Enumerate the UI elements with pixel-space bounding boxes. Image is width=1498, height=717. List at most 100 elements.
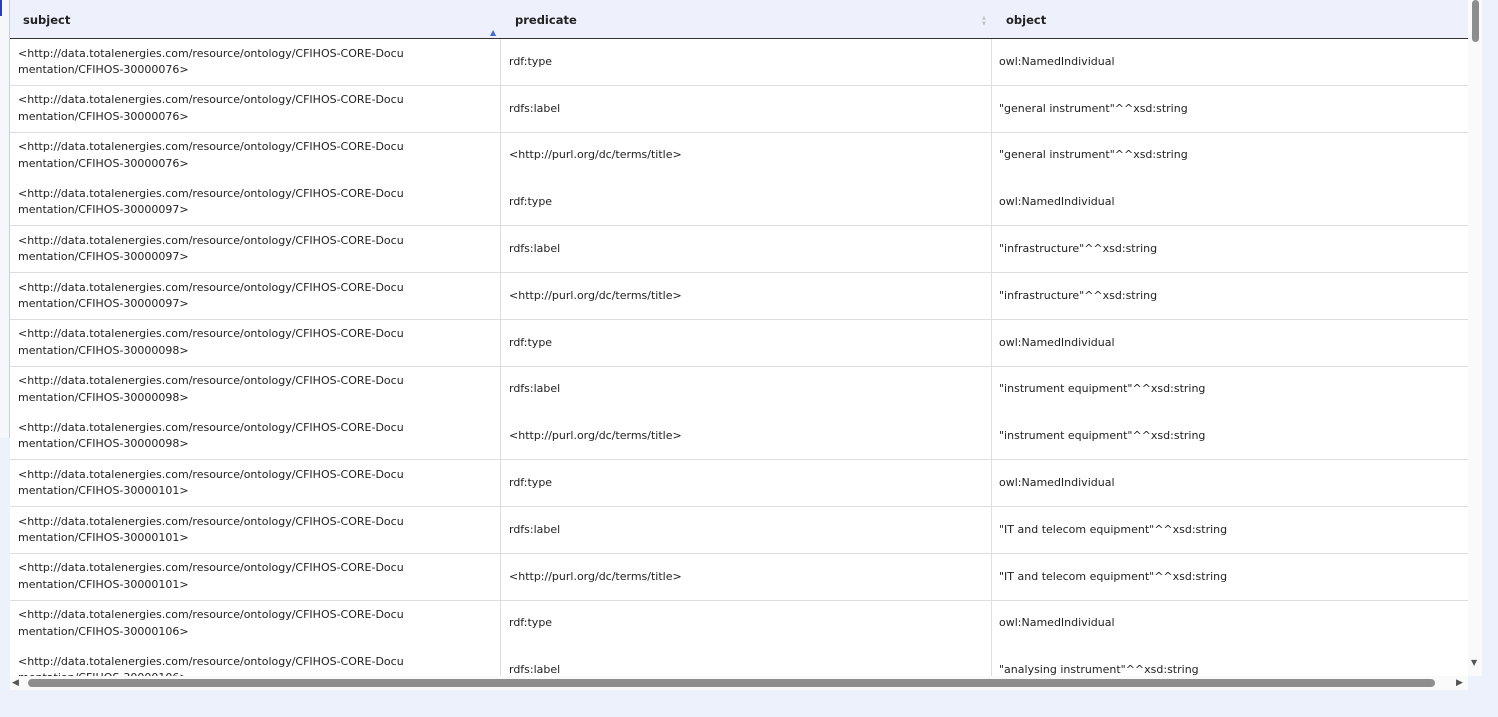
cell-predicate-text: rdf:type [509,475,553,489]
table-row[interactable]: <http://data.totalenergies.com/resource/… [10,553,1468,601]
table-row[interactable]: <http://data.totalenergies.com/resource/… [10,460,1468,508]
table-row[interactable]: <http://data.totalenergies.com/resource/… [10,647,1468,676]
cell-predicate-text: rdf:type [509,195,553,209]
scroll-down-arrow-icon[interactable]: ▼ [1471,658,1477,667]
table-row[interactable]: <http://data.totalenergies.com/resource/… [10,39,1468,86]
table-row[interactable]: <http://data.totalenergies.com/resource/… [10,507,1468,554]
cell-predicate-text: rdf:type [509,54,553,68]
table-row[interactable]: <http://data.totalenergies.com/resource/… [10,226,1468,274]
cell-subject-text: <http://data.totalenergies.com/resource/… [18,420,404,451]
cell-subject-text: <http://data.totalenergies.com/resource/… [18,327,404,357]
cell-object: "IT and telecom equipment"^^xsd:string [992,554,1468,600]
cell-subject: <http://data.totalenergies.com/resource/… [10,273,501,319]
cell-subject-text: <http://data.totalenergies.com/resource/… [18,374,404,404]
cell-subject-text: <http://data.totalenergies.com/resource/… [18,280,404,311]
cell-predicate-text: <http://purl.org/dc/terms/title> [509,569,682,583]
sort-unsorted-icon: ▲▼ [982,15,986,27]
cell-predicate: rdfs:label [501,85,992,132]
cell-predicate: <http://purl.org/dc/terms/title> [501,553,992,600]
column-header-label: object [1006,13,1047,27]
cell-subject: <http://data.totalenergies.com/resource/… [10,179,501,226]
cell-object: owl:NamedIndividual [992,39,1468,85]
cell-object-text: "instrument equipment"^^xsd:string [999,429,1206,443]
cell-predicate-text: rdfs:label [509,663,561,676]
cell-object-text: "instrument equipment"^^xsd:string [999,382,1206,396]
vertical-scroll-thumb[interactable] [1472,0,1479,42]
cell-subject: <http://data.totalenergies.com/resource/… [10,319,501,366]
cell-predicate: rdfs:label [501,226,992,273]
vertical-scrollbar[interactable]: ▼ [1468,0,1482,676]
cell-object: "instrument equipment"^^xsd:string [992,367,1468,413]
cell-predicate: <http://purl.org/dc/terms/title> [501,413,992,460]
cell-predicate: rdf:type [501,460,992,507]
table-row[interactable]: <http://data.totalenergies.com/resource/… [10,132,1468,180]
cell-object: owl:NamedIndividual [992,601,1468,647]
cell-object: "IT and telecom equipment"^^xsd:string [992,507,1468,553]
table-row[interactable]: <http://data.totalenergies.com/resource/… [10,600,1468,648]
cell-predicate-text: rdfs:label [509,382,561,396]
cell-object: "instrument equipment"^^xsd:string [992,413,1468,459]
table-row[interactable]: <http://data.totalenergies.com/resource/… [10,179,1468,227]
cell-subject: <http://data.totalenergies.com/resource/… [10,132,501,179]
cell-subject: <http://data.totalenergies.com/resource/… [10,226,501,273]
cell-object: owl:NamedIndividual [992,460,1468,506]
horizontal-scroll-thumb[interactable] [28,679,1435,687]
cell-object: "general instrument"^^xsd:string [992,86,1468,132]
scroll-left-arrow-icon[interactable]: ◀ [12,676,19,690]
cell-object: "analysing instrument"^^xsd:string [992,647,1468,676]
table-row[interactable]: <http://data.totalenergies.com/resource/… [10,366,1468,414]
cell-subject-text: <http://data.totalenergies.com/resource/… [18,140,404,170]
cell-object-text: owl:NamedIndividual [999,335,1115,349]
cell-object-text: owl:NamedIndividual [999,54,1115,68]
column-header-predicate[interactable]: predicate ▲▼ [501,0,991,38]
cell-object-text: "infrastructure"^^xsd:string [999,241,1158,255]
table-row[interactable]: <http://data.totalenergies.com/resource/… [10,413,1468,461]
cell-object-text: "general instrument"^^xsd:string [999,148,1188,162]
cell-object-text: "general instrument"^^xsd:string [999,101,1188,115]
column-header-label: predicate [515,13,577,27]
column-header-subject[interactable]: subject ▲ [10,0,500,38]
cell-object-text: "infrastructure"^^xsd:string [999,288,1158,302]
cell-object: owl:NamedIndividual [992,179,1468,225]
column-header-label: subject [23,13,71,27]
cell-object-text: owl:NamedIndividual [999,616,1115,630]
cell-predicate: rdfs:label [501,366,992,413]
cell-predicate-text: rdf:type [509,616,553,630]
cell-object-text: "analysing instrument"^^xsd:string [999,663,1199,676]
cell-object-text: owl:NamedIndividual [999,195,1115,209]
cell-subject: <http://data.totalenergies.com/resource/… [10,600,501,647]
cell-object: owl:NamedIndividual [992,320,1468,366]
cell-predicate-text: rdfs:label [509,241,561,255]
cell-predicate: rdf:type [501,179,992,226]
table-row[interactable]: <http://data.totalenergies.com/resource/… [10,319,1468,367]
cell-predicate: <http://purl.org/dc/terms/title> [501,273,992,319]
cell-object-text: "IT and telecom equipment"^^xsd:string [999,522,1228,536]
cell-object: "infrastructure"^^xsd:string [992,226,1468,272]
cell-predicate-text: rdf:type [509,335,553,349]
horizontal-scrollbar[interactable]: ◀ ▶ [10,676,1468,690]
cell-predicate: rdf:type [501,39,992,85]
column-header-object[interactable]: object [992,0,1468,38]
cell-subject: <http://data.totalenergies.com/resource/… [10,85,501,132]
cell-predicate: rdfs:label [501,647,992,676]
cell-predicate-text: <http://purl.org/dc/terms/title> [509,148,682,162]
cell-subject-text: <http://data.totalenergies.com/resource/… [18,514,404,545]
cell-subject-text: <http://data.totalenergies.com/resource/… [18,186,404,217]
cell-subject: <http://data.totalenergies.com/resource/… [10,39,501,85]
cell-predicate: rdf:type [501,600,992,647]
cell-predicate: rdfs:label [501,507,992,553]
cell-predicate-text: <http://purl.org/dc/terms/title> [509,429,682,443]
table-row[interactable]: <http://data.totalenergies.com/resource/… [10,85,1468,133]
cell-subject: <http://data.totalenergies.com/resource/… [10,460,501,507]
cell-subject-text: <http://data.totalenergies.com/resource/… [18,467,404,498]
scroll-right-arrow-icon[interactable]: ▶ [1456,676,1463,690]
cell-object: "general instrument"^^xsd:string [992,133,1468,179]
table-row[interactable]: <http://data.totalenergies.com/resource/… [10,273,1468,320]
cell-predicate-text: rdfs:label [509,101,561,115]
cell-subject: <http://data.totalenergies.com/resource/… [10,553,501,600]
cell-subject-text: <http://data.totalenergies.com/resource/… [18,608,404,638]
cell-subject: <http://data.totalenergies.com/resource/… [10,366,501,413]
side-panel-edge [0,0,10,438]
side-panel-accent [0,0,2,16]
cell-subject-text: <http://data.totalenergies.com/resource/… [18,93,404,123]
